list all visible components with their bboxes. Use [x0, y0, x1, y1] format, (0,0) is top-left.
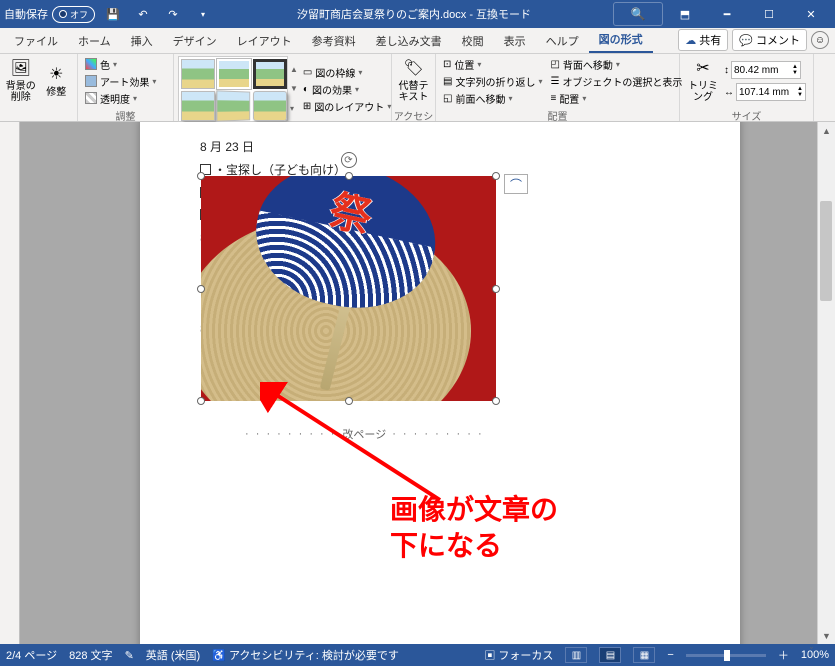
picture-layout-button[interactable]: ⊞図のレイアウト	[300, 98, 394, 114]
view-web-icon[interactable]: ▦	[633, 647, 655, 663]
vertical-ruler	[0, 122, 20, 644]
tab-review[interactable]: 校閲	[452, 28, 494, 53]
width-icon: ↔	[724, 87, 734, 98]
ribbon: 🖼背景の削除 ☀修整 調整 色 アート効果 透明度 調整 ▲▼▾ ▭図の枠線 ◐…	[0, 54, 835, 122]
gallery-down[interactable]: ▼	[290, 84, 298, 93]
scroll-down-icon[interactable]: ▼	[818, 627, 835, 644]
position-icon: ⊡	[443, 59, 451, 70]
scroll-up-icon[interactable]: ▲	[818, 122, 835, 139]
rotate-handle-icon[interactable]: ⟳	[341, 152, 357, 168]
status-word-count[interactable]: 828 文字	[69, 647, 112, 663]
tab-view[interactable]: 表示	[494, 28, 536, 53]
save-icon[interactable]: 💾	[101, 2, 125, 26]
wrap-text-button[interactable]: ▤文字列の折り返し	[440, 73, 545, 89]
selection-pane-button[interactable]: ☰オブジェクトの選択と表示	[547, 73, 685, 89]
ribbon-display-icon[interactable]: ⬒	[665, 0, 705, 28]
tab-layout[interactable]: レイアウト	[227, 28, 302, 53]
effects-icon: ◐	[303, 84, 309, 95]
vertical-scrollbar[interactable]: ▲ ▼	[817, 122, 835, 644]
tab-picture-format[interactable]: 図の形式	[589, 26, 653, 53]
auto-save-toggle[interactable]: 自動保存 オフ	[4, 6, 95, 23]
search-button[interactable]: 🔍	[613, 2, 663, 26]
ribbon-tabs: ファイル ホーム 挿入 デザイン レイアウト 参考資料 差し込み文書 校閲 表示…	[0, 28, 835, 54]
document-area: 8 月 23 日 ・宝探し（子ども向け） ・子ども神輿 ・神輿行列 8 月 24…	[0, 122, 835, 644]
status-language[interactable]: 英語 (米国)	[146, 647, 200, 663]
collapse-ribbon-icon[interactable]: ˇ	[810, 646, 813, 656]
comments-button[interactable]: 💬コメント	[732, 29, 807, 51]
corrections-button[interactable]: ☀修整	[40, 56, 74, 106]
height-input[interactable]: 80.42 mm▲▼	[731, 61, 801, 79]
minimize-icon[interactable]: ━	[707, 0, 747, 28]
document-title: 汐留町商店会夏祭りのご案内.docx - 互換モード	[215, 6, 613, 22]
forward-icon: ◱	[443, 93, 452, 104]
tab-insert[interactable]: 挿入	[121, 28, 163, 53]
status-page[interactable]: 2/4 ページ	[6, 647, 57, 663]
remove-background-button[interactable]: 🖼背景の削除	[4, 56, 38, 106]
status-focus[interactable]: ▣ フォーカス	[484, 647, 553, 663]
view-read-icon[interactable]: ▥	[565, 647, 587, 663]
picture-border-button[interactable]: ▭図の枠線	[300, 64, 394, 80]
crop-button[interactable]: ✂トリミング	[684, 56, 722, 106]
gallery-up[interactable]: ▲	[290, 65, 298, 74]
tab-mailings[interactable]: 差し込み文書	[366, 28, 452, 53]
zoom-slider[interactable]	[686, 654, 766, 657]
inserted-image[interactable]: ⟳ ⌒ 祭	[201, 176, 496, 401]
border-icon: ▭	[303, 67, 312, 78]
status-accessibility[interactable]: ♿ アクセシビリティ: 検討が必要です	[212, 647, 399, 663]
picture-effects-button[interactable]: ◐図の効果	[300, 81, 394, 97]
close-icon[interactable]: ✕	[791, 0, 831, 28]
maximize-icon[interactable]: ☐	[749, 0, 789, 28]
annotation-text: 画像が文章の 下になる	[390, 492, 558, 565]
group-label-size: サイズ	[680, 108, 813, 122]
share-button[interactable]: ☁共有	[678, 29, 728, 51]
artistic-effects-button[interactable]: アート効果	[82, 73, 159, 89]
align-icon: ≡	[550, 93, 556, 104]
gallery-more[interactable]: ▾	[290, 104, 298, 113]
width-input[interactable]: 107.14 mm▲▼	[736, 83, 806, 101]
tab-design[interactable]: デザイン	[163, 28, 227, 53]
layout-icon: ⊞	[303, 101, 311, 112]
tab-home[interactable]: ホーム	[68, 28, 121, 53]
undo-icon[interactable]: ↶	[131, 2, 155, 26]
backward-icon: ◰	[550, 59, 559, 70]
feedback-icon[interactable]: ☺	[811, 31, 829, 49]
group-label-adjust2: 調整	[78, 108, 173, 122]
zoom-out-icon[interactable]: −	[667, 649, 673, 661]
qat-customize-icon[interactable]: ▾	[191, 2, 215, 26]
picture-styles-gallery[interactable]	[178, 56, 288, 122]
view-print-icon[interactable]: ▤	[599, 647, 621, 663]
status-bar: 2/4 ページ 828 文字 ✎ 英語 (米国) ♿ アクセシビリティ: 検討が…	[0, 644, 835, 666]
page-break-indicator: · · · · · · · · ·改ページ· · · · · · · · ·	[245, 426, 484, 442]
scrollbar-thumb[interactable]	[820, 201, 832, 301]
layout-options-icon[interactable]: ⌒	[504, 174, 528, 194]
alt-text-button[interactable]: 🏷代替テキスト	[396, 56, 431, 106]
height-icon: ↕	[724, 65, 729, 76]
document-page[interactable]: 8 月 23 日 ・宝探し（子ども向け） ・子ども神輿 ・神輿行列 8 月 24…	[140, 122, 740, 644]
zoom-in-icon[interactable]: ＋	[778, 647, 789, 663]
position-button[interactable]: ⊡位置	[440, 56, 545, 72]
tab-references[interactable]: 参考資料	[302, 28, 366, 53]
tab-help[interactable]: ヘルプ	[536, 28, 589, 53]
zoom-level[interactable]: 100%	[801, 649, 829, 661]
send-backward-button[interactable]: ◰背面へ移動	[547, 56, 685, 72]
title-bar: 自動保存 オフ 💾 ↶ ↷ ▾ 汐留町商店会夏祭りのご案内.docx - 互換モ…	[0, 0, 835, 28]
wrap-icon: ▤	[443, 76, 452, 87]
status-spellcheck-icon[interactable]: ✎	[125, 649, 134, 662]
group-label-arrange: 配置	[436, 108, 679, 122]
redo-icon[interactable]: ↷	[161, 2, 185, 26]
align-button[interactable]: ≡配置	[547, 90, 685, 106]
group-label-access: アクセシビ…	[392, 108, 435, 122]
selection-icon: ☰	[550, 76, 559, 87]
bring-forward-button[interactable]: ◱前面へ移動	[440, 90, 545, 106]
color-button[interactable]: 色	[82, 56, 159, 72]
tab-file[interactable]: ファイル	[4, 28, 68, 53]
transparency-button[interactable]: 透明度	[82, 90, 159, 106]
